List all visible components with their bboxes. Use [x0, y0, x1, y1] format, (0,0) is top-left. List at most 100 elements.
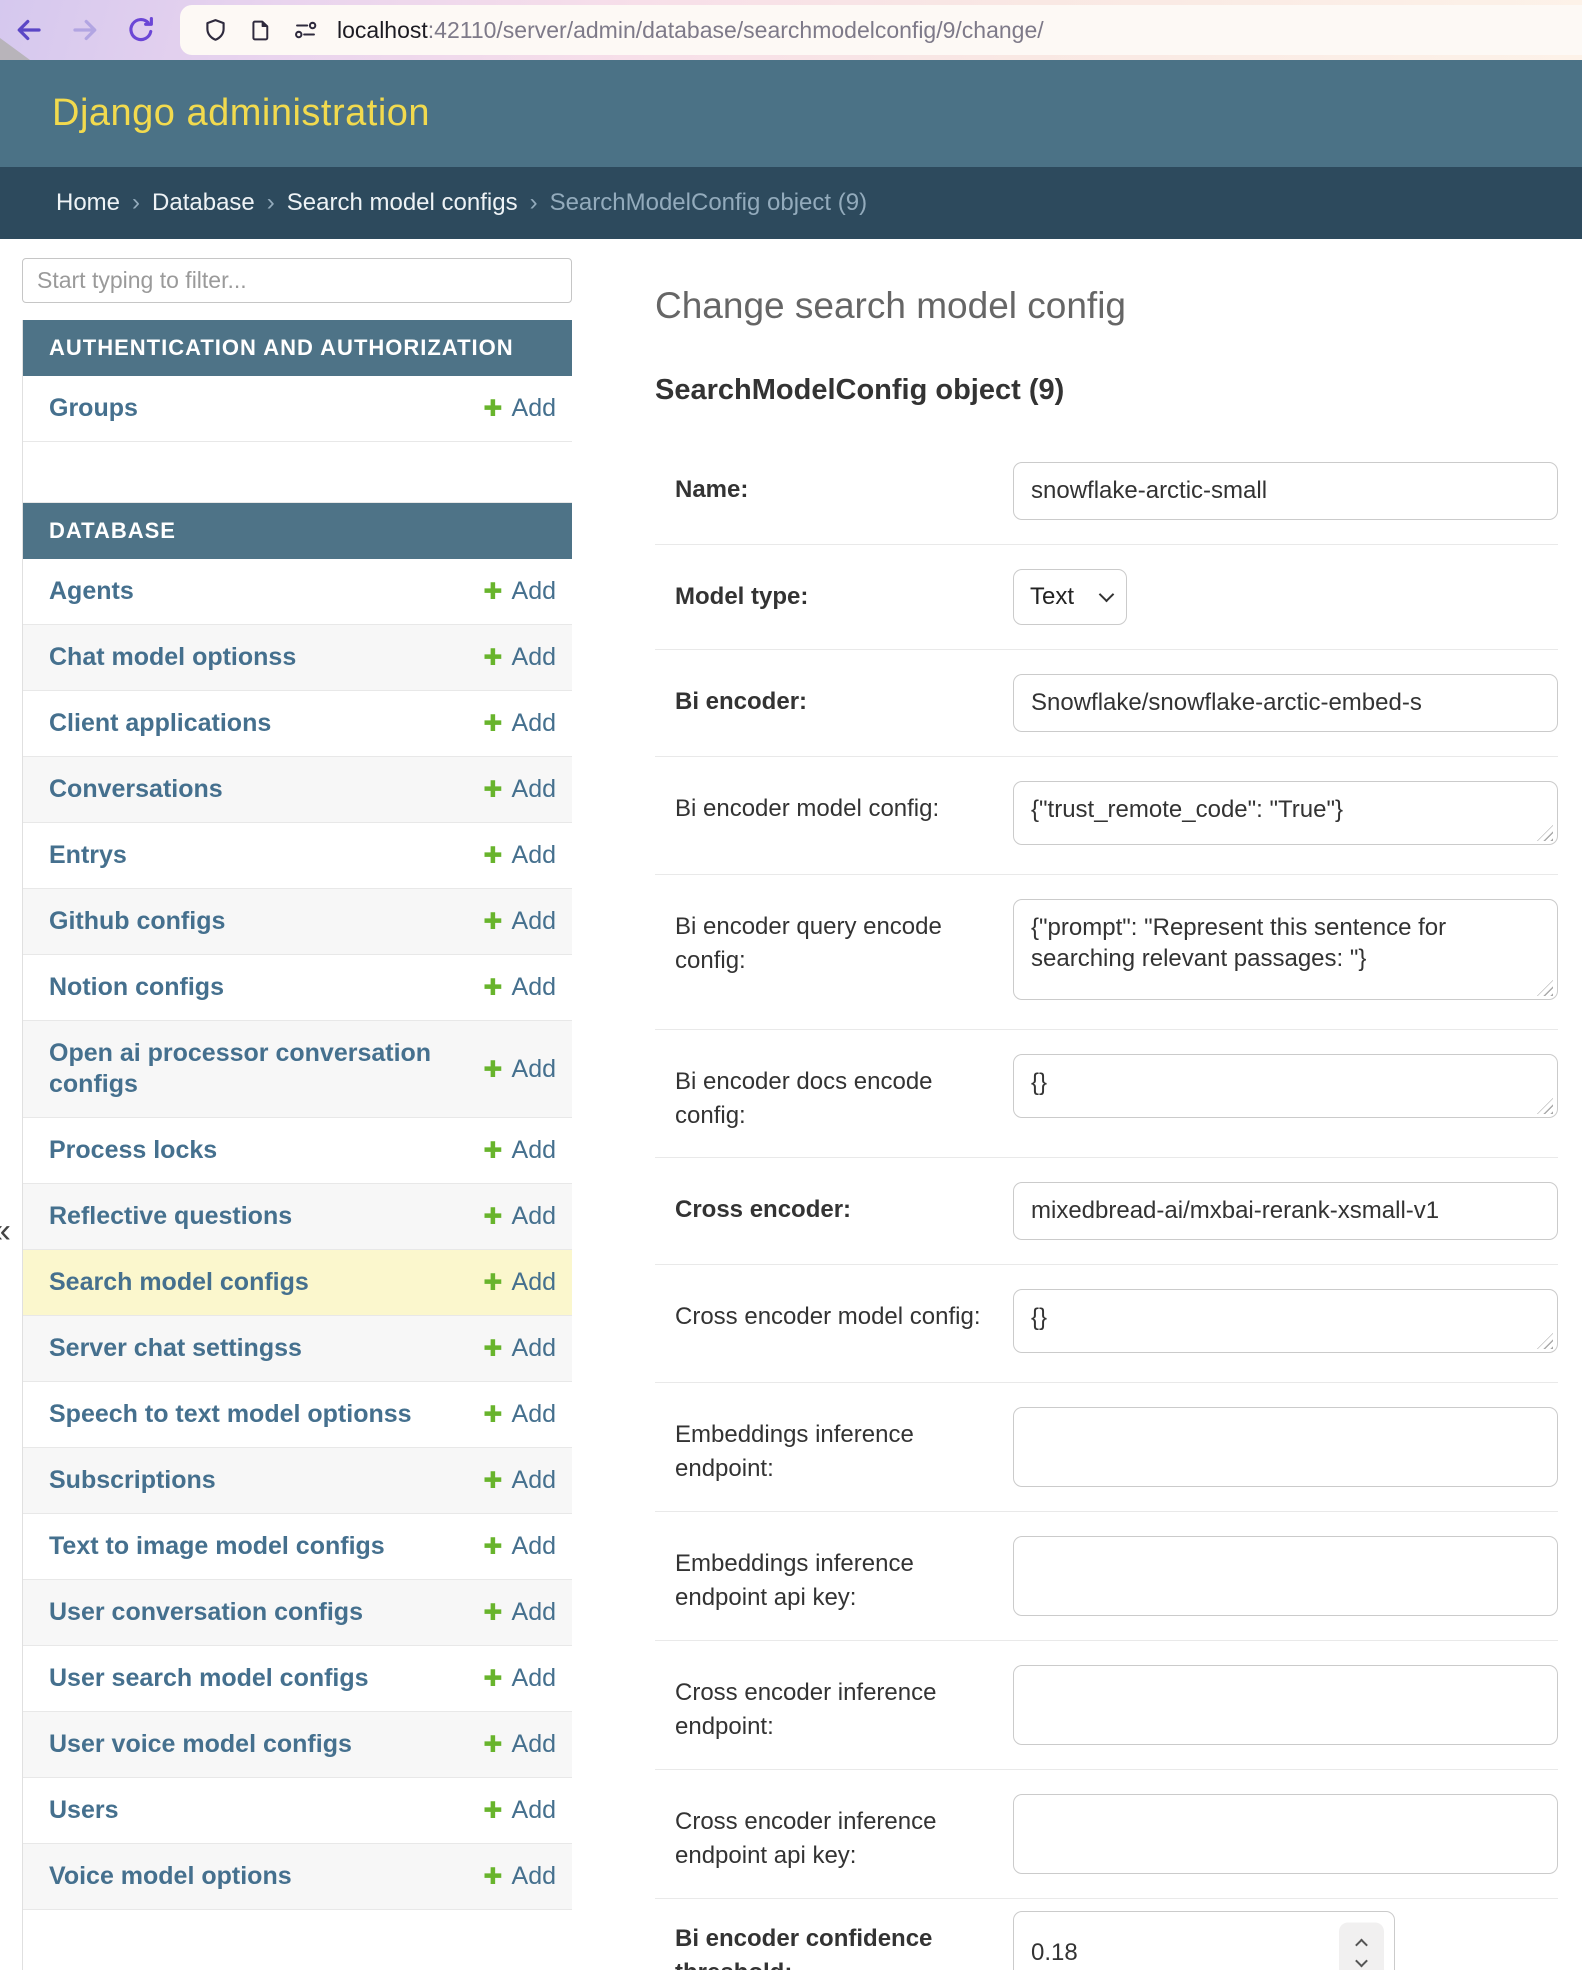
add-link[interactable]: ✚Add [483, 907, 556, 936]
sidebar-item-link[interactable]: Process locks [49, 1135, 217, 1166]
change-form: Name:Model type:TextBi encoder:Bi encode… [655, 438, 1558, 1970]
name-input[interactable] [1013, 462, 1558, 520]
add-link[interactable]: ✚Add [483, 1202, 556, 1231]
breadcrumb-separator: › [132, 189, 140, 217]
add-link[interactable]: ✚Add [483, 1334, 556, 1363]
sidebar-item-link[interactable]: Notion configs [49, 972, 224, 1003]
plus-icon: ✚ [483, 1733, 502, 1756]
site-title[interactable]: Django administration [52, 92, 430, 135]
sidebar-item-link[interactable]: Speech to text model optionss [49, 1399, 412, 1430]
sidebar-item-link[interactable]: Github configs [49, 906, 225, 937]
field-cell: {"trust_remote_code": "True"} [1013, 781, 1558, 850]
sidebar-item-link[interactable]: User voice model configs [49, 1729, 352, 1760]
add-link[interactable]: ✚Add [483, 973, 556, 1002]
field-row-embeddings-inference-endpoint: Embeddings inference endpoint: [655, 1383, 1558, 1512]
add-link[interactable]: ✚Add [483, 1796, 556, 1825]
name-label: Name: [675, 462, 1013, 520]
add-link[interactable]: ✚Add [483, 1400, 556, 1429]
add-link[interactable]: ✚Add [483, 394, 556, 423]
add-link[interactable]: ✚Add [483, 1466, 556, 1495]
embeddings-inference-endpoint-api-key-input[interactable] [1013, 1536, 1558, 1616]
sidebar-item-link[interactable]: Subscriptions [49, 1465, 216, 1496]
django-header: Django administration [0, 60, 1582, 167]
model-type-select[interactable]: Text [1013, 569, 1127, 625]
sidebar-row: Reflective questions ✚Add [23, 1184, 572, 1250]
sidebar-item-link[interactable]: Client applications [49, 708, 271, 739]
add-label: Add [512, 643, 556, 672]
sidebar-item-link[interactable]: Chat model optionss [49, 642, 296, 673]
add-link[interactable]: ✚Add [483, 841, 556, 870]
cross-encoder-input[interactable] [1013, 1182, 1558, 1240]
add-label: Add [512, 1268, 556, 1297]
breadcrumb-home[interactable]: Home [56, 189, 120, 217]
number-stepper[interactable] [1339, 1923, 1384, 1970]
sidebar-item-link[interactable]: User search model configs [49, 1663, 369, 1694]
add-label: Add [512, 1862, 556, 1891]
sidebar-item-link[interactable]: Open ai processor conversation configs [49, 1038, 439, 1100]
sidebar-item-link[interactable]: Groups [49, 393, 138, 424]
sidebar-item-link[interactable]: Reflective questions [49, 1201, 292, 1232]
sidebar-item-link[interactable]: Conversations [49, 774, 223, 805]
add-link[interactable]: ✚Add [483, 1055, 556, 1084]
bi-encoder-confidence-threshold-input[interactable] [1013, 1911, 1395, 1970]
back-button[interactable] [14, 15, 44, 45]
bi-encoder-input[interactable] [1013, 674, 1558, 732]
textarea-wrap: {"prompt": "Represent this sentence for … [1013, 899, 1558, 1005]
cross-encoder-model-config-textarea[interactable]: {} [1013, 1289, 1558, 1353]
add-label: Add [512, 1598, 556, 1627]
plus-icon: ✚ [483, 1058, 502, 1081]
sidebar-item-link[interactable]: Users [49, 1795, 119, 1826]
sidebar-item-link[interactable]: Entrys [49, 840, 127, 871]
add-link[interactable]: ✚Add [483, 1862, 556, 1891]
breadcrumb: Home › Database › Search model configs ›… [0, 167, 1582, 239]
breadcrumb-search-model-configs[interactable]: Search model configs [287, 189, 518, 217]
breadcrumb-database[interactable]: Database [152, 189, 255, 217]
add-link[interactable]: ✚Add [483, 1664, 556, 1693]
cross-encoder-inference-endpoint-api-key-input[interactable] [1013, 1794, 1558, 1874]
plus-icon: ✚ [483, 844, 502, 867]
plus-icon: ✚ [483, 1337, 502, 1360]
url-path: :42110/server/admin/database/searchmodel… [428, 17, 1044, 43]
page-info-icon[interactable] [247, 17, 274, 44]
sidebar-filter-input[interactable] [22, 258, 572, 303]
sidebar-item-link[interactable]: User conversation configs [49, 1597, 363, 1628]
add-label: Add [512, 709, 556, 738]
add-link[interactable]: ✚Add [483, 1136, 556, 1165]
cross-encoder-inference-endpoint-input[interactable] [1013, 1665, 1558, 1745]
add-link[interactable]: ✚Add [483, 1532, 556, 1561]
sidebar-row: Open ai processor conversation configs ✚A… [23, 1021, 572, 1118]
bi-encoder-docs-encode-config-textarea[interactable]: {} [1013, 1054, 1558, 1118]
add-link[interactable]: ✚Add [483, 577, 556, 606]
permissions-icon[interactable] [292, 17, 319, 44]
field-cell [1013, 1911, 1558, 1970]
sidebar-item-link[interactable]: Text to image model configs [49, 1531, 385, 1562]
number-wrap [1013, 1911, 1395, 1970]
sidebar-row: Text to image model configs ✚Add [23, 1514, 572, 1580]
add-link[interactable]: ✚Add [483, 643, 556, 672]
add-link[interactable]: ✚Add [483, 1268, 556, 1297]
bi-encoder-query-encode-config-textarea[interactable]: {"prompt": "Represent this sentence for … [1013, 899, 1558, 1000]
add-link[interactable]: ✚Add [483, 709, 556, 738]
embeddings-inference-endpoint-input[interactable] [1013, 1407, 1558, 1487]
bi-encoder-model-config-textarea[interactable]: {"trust_remote_code": "True"} [1013, 781, 1558, 845]
breadcrumb-separator: › [530, 189, 538, 217]
sidebar-sections: Authentication and AuthorizationGroups✚A… [22, 320, 572, 1970]
add-link[interactable]: ✚Add [483, 775, 556, 804]
url-bar[interactable]: localhost:42110/server/admin/database/se… [180, 5, 1582, 55]
field-cell [1013, 1407, 1558, 1487]
reload-button[interactable] [126, 15, 156, 45]
plus-icon: ✚ [483, 1535, 502, 1558]
shield-icon[interactable] [202, 17, 229, 44]
plus-icon: ✚ [483, 1403, 502, 1426]
textarea-wrap: {} [1013, 1289, 1558, 1358]
sidebar-toggle[interactable]: « [0, 1212, 11, 1251]
forward-button[interactable] [70, 15, 100, 45]
bi-encoder-query-encode-config-label: Bi encoder query encode config: [675, 899, 1013, 1005]
sidebar-item-link[interactable]: Server chat settingss [49, 1333, 302, 1364]
add-link[interactable]: ✚Add [483, 1730, 556, 1759]
sidebar-row: Speech to text model optionss ✚Add [23, 1382, 572, 1448]
sidebar-item-link[interactable]: Search model configs [49, 1267, 309, 1298]
add-link[interactable]: ✚Add [483, 1598, 556, 1627]
sidebar-item-link[interactable]: Voice model options [49, 1861, 292, 1892]
sidebar-item-link[interactable]: Agents [49, 576, 134, 607]
